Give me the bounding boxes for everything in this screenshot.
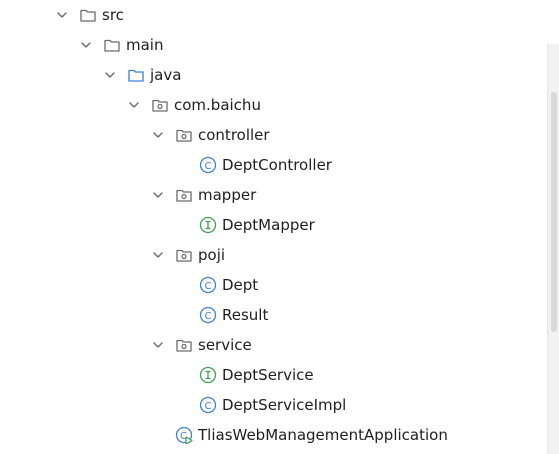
tree-item-label: java (150, 66, 182, 84)
class-icon: C (199, 276, 217, 294)
tree-item-label: service (198, 336, 252, 354)
class-icon: C (199, 396, 217, 414)
tree-folder-item[interactable]: controller (0, 120, 559, 150)
source-folder-icon (127, 66, 145, 84)
tree-item-label: DeptController (222, 156, 332, 174)
tree-item-label: DeptService (222, 366, 314, 384)
tree-file-item[interactable]: C Dept (0, 270, 559, 300)
tree-file-item[interactable]: C Result (0, 300, 559, 330)
tree-file-item[interactable]: C DeptController (0, 150, 559, 180)
package-icon (151, 96, 169, 114)
tree-item-label: main (126, 36, 164, 54)
chevron-down-icon[interactable] (151, 128, 165, 142)
svg-text:C: C (205, 401, 212, 412)
tree-folder-item[interactable]: com.baichu (0, 90, 559, 120)
chevron-down-icon[interactable] (151, 248, 165, 262)
tree-item-label: controller (198, 126, 270, 144)
tree-item-label: DeptServiceImpl (222, 396, 347, 414)
tree-item-label: src (102, 6, 124, 24)
class-icon: C (199, 306, 217, 324)
tree-item-label: DeptMapper (222, 216, 315, 234)
tree-item-label: poji (198, 246, 226, 264)
tree-folder-item[interactable]: poji (0, 240, 559, 270)
folder-icon (79, 6, 97, 24)
tree-file-item[interactable]: DeptMapper (0, 210, 559, 240)
tree-folder-item[interactable]: main (0, 30, 559, 60)
tree-folder-item[interactable]: service (0, 330, 559, 360)
tree-folder-item[interactable]: java (0, 60, 559, 90)
svg-text:C: C (205, 161, 212, 172)
chevron-down-icon[interactable] (151, 338, 165, 352)
tree-folder-item[interactable]: mapper (0, 180, 559, 210)
chevron-down-icon[interactable] (103, 68, 117, 82)
tree-file-item[interactable]: C TliasWebManagementApplication (0, 420, 559, 450)
chevron-down-icon[interactable] (127, 98, 141, 112)
tree-file-item[interactable]: DeptService (0, 360, 559, 390)
tree-item-label: mapper (198, 186, 257, 204)
chevron-down-icon[interactable] (55, 8, 69, 22)
svg-text:C: C (205, 311, 212, 322)
tree-item-label: TliasWebManagementApplication (198, 426, 448, 444)
spring-app-class-icon: C (175, 426, 193, 444)
svg-text:C: C (205, 281, 212, 292)
tree-folder-item[interactable]: src (0, 0, 559, 30)
interface-icon (199, 216, 217, 234)
class-icon: C (199, 156, 217, 174)
scrollbar-thumb[interactable] (551, 92, 557, 332)
interface-icon (199, 366, 217, 384)
tree-item-label: Result (222, 306, 269, 324)
tree-item-label: Dept (222, 276, 259, 294)
package-icon (175, 126, 193, 144)
project-tree: src main java com.baichu controller C DeptCont… (0, 0, 559, 454)
folder-icon (103, 36, 121, 54)
chevron-down-icon[interactable] (151, 188, 165, 202)
tree-item-label: com.baichu (174, 96, 261, 114)
package-icon (175, 186, 193, 204)
package-icon (175, 336, 193, 354)
tree-file-item[interactable]: C DeptServiceImpl (0, 390, 559, 420)
chevron-down-icon[interactable] (79, 38, 93, 52)
vertical-scrollbar[interactable] (547, 44, 559, 454)
package-icon (175, 246, 193, 264)
